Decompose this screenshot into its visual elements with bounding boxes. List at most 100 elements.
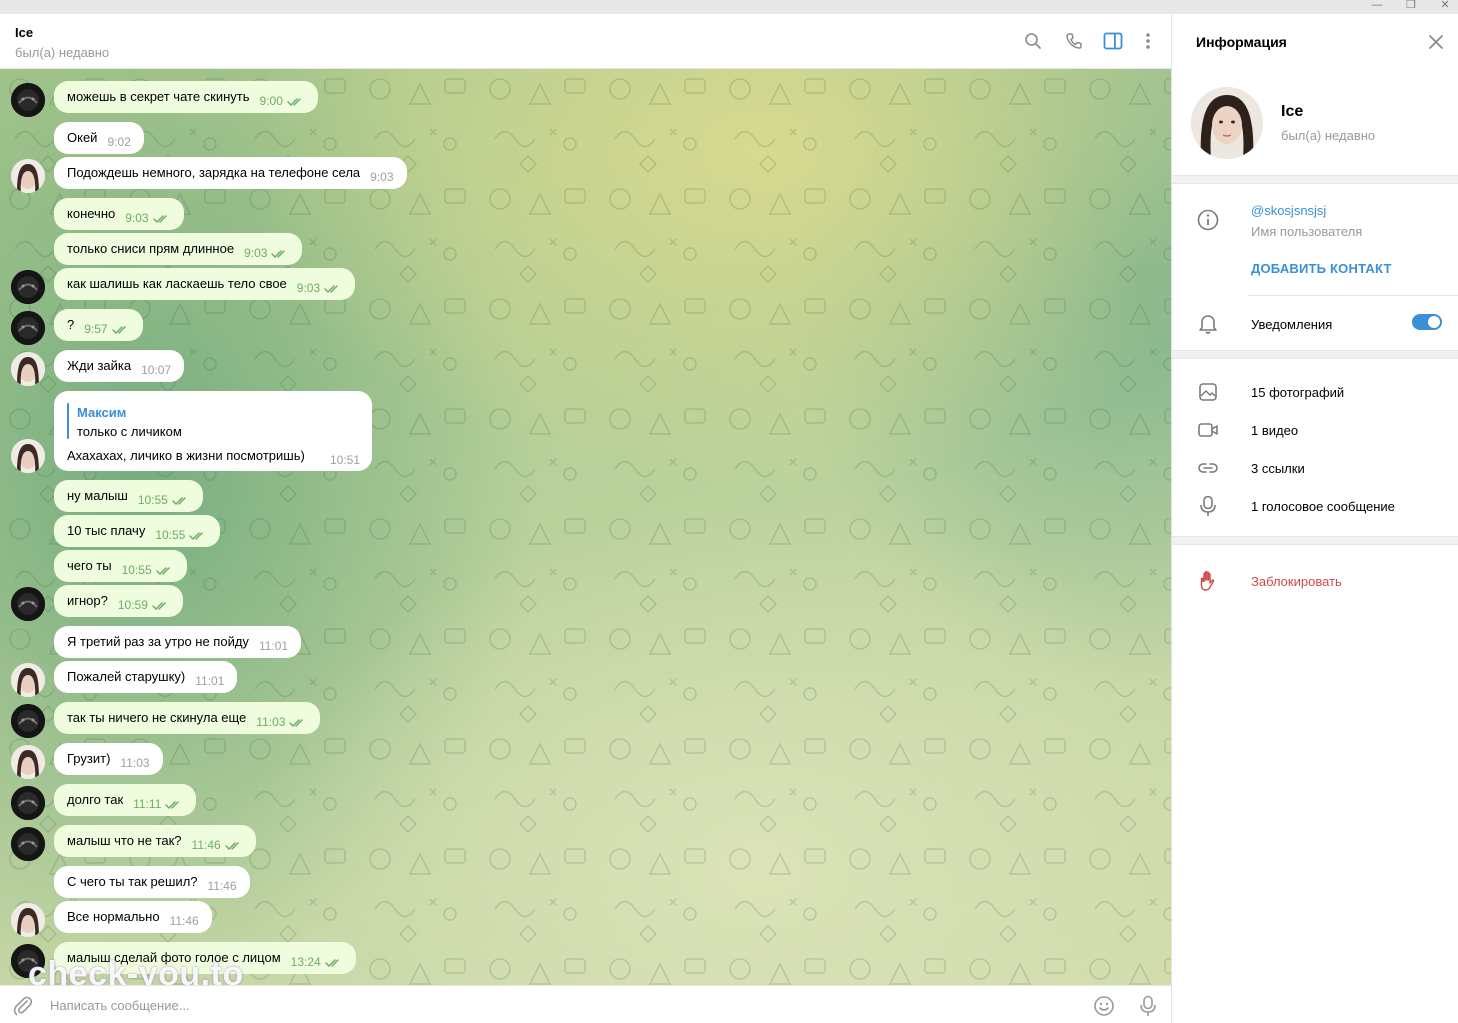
photos-link[interactable]: 15 фотографий [1251,385,1344,400]
username-link[interactable]: @skosjsnsjsj [1251,203,1326,218]
message-text: ? [67,317,75,332]
message-composer [0,985,1171,1023]
girl-avatar[interactable] [11,663,45,697]
read-checkmarks-icon [152,591,170,623]
reply-quoted-text: только с личиком [77,424,182,439]
video-icon [1196,418,1220,442]
user-avatar[interactable] [11,786,45,820]
notifications-label: Уведомления [1251,317,1333,332]
message-time: 9:03 [370,170,394,184]
outgoing-message-bubble[interactable]: чего ты 10:55 [54,550,187,582]
read-checkmarks-icon [165,790,183,822]
girl-avatar[interactable] [11,352,45,386]
message-time: 9:57 [84,322,108,336]
girl-avatar[interactable] [11,903,45,937]
paperclip-icon[interactable] [12,995,34,1020]
user-avatar[interactable] [11,587,45,621]
message-time: 13:24 [290,955,321,969]
girl-avatar[interactable] [11,745,45,779]
incoming-message-bubble[interactable]: Грузит) 11:03 [54,743,163,775]
outgoing-message-bubble[interactable]: ну малыш 10:55 [54,480,203,512]
maximize-button[interactable]: ❐ [1396,0,1426,13]
message-text: Жди зайка [67,358,132,373]
reply-author[interactable]: Максим [77,405,126,420]
outgoing-message-bubble[interactable]: ? 9:57 [54,309,143,341]
bell-icon [1196,312,1220,336]
microphone-icon [1196,494,1220,518]
profile-name: Ice [1281,103,1304,120]
outgoing-message-bubble[interactable]: малыш что не так? 11:46 [54,825,256,857]
close-icon[interactable] [1428,34,1444,53]
message-text: игнор? [67,593,108,608]
outgoing-message-bubble[interactable]: как шалишь как ласкаешь тело свое 9:03 [54,268,356,300]
block-user-button[interactable]: Заблокировать [1251,574,1342,589]
message-text: Окей [67,130,98,145]
outgoing-message-bubble[interactable]: долго так 11:11 [54,784,197,816]
phone-icon[interactable] [1061,28,1087,54]
window-close-button[interactable]: ✕ [1430,0,1458,13]
chat-status: был(а) недавно [15,45,110,60]
microphone-icon[interactable] [1138,995,1158,1020]
message-time: 10:51 [330,453,361,467]
incoming-message-bubble[interactable]: Пожалей старушку) 11:01 [54,661,238,693]
message-time: 11:03 [120,756,150,770]
girl-avatar[interactable] [11,439,45,473]
profile-photo[interactable] [1191,87,1263,159]
message-time: 10:07 [141,363,172,377]
section-separator [1172,175,1458,184]
outgoing-message-bubble[interactable]: игнор? 10:59 [54,585,183,617]
videos-link[interactable]: 1 видео [1251,423,1298,438]
message-text: Подождешь немного, зарядка на телефоне с… [67,165,361,180]
incoming-message-bubble[interactable]: Подождешь немного, зарядка на телефоне с… [54,157,407,189]
message-text: Все нормально [67,909,160,924]
outgoing-message-bubble[interactable]: конечно 9:03 [54,198,184,230]
outgoing-message-bubble[interactable]: только сниси прям длинное 9:03 [54,233,303,265]
incoming-message-bubble[interactable]: Все нормально 11:46 [54,901,212,933]
voice-messages-link[interactable]: 1 голосовое сообщение [1251,499,1395,514]
girl-avatar[interactable] [11,159,45,193]
message-time: 9:03 [244,246,268,260]
username-label: Имя пользователя [1251,224,1363,239]
hand-icon [1196,569,1220,593]
message-time: 10:55 [137,493,168,507]
links-link[interactable]: 3 ссылки [1251,461,1305,476]
reply-message-bubble[interactable]: Максим только с личиком Ахахахах, личико… [54,391,372,471]
read-checkmarks-icon [289,708,307,740]
outgoing-message-bubble[interactable]: 10 тыс плачу 10:55 [54,515,221,547]
user-avatar[interactable] [11,704,45,738]
outgoing-message-bubble[interactable]: так ты ничего не скинула еще 11:03 [54,702,321,734]
incoming-message-bubble[interactable]: Я третий раз за утро не пойду 11:01 [54,626,302,658]
emoji-icon[interactable] [1093,995,1115,1020]
watermark-text: check-you.to [28,955,244,985]
more-vertical-icon[interactable] [1135,28,1161,54]
message-time: 9:02 [107,135,131,149]
user-avatar[interactable] [11,827,45,861]
search-icon[interactable] [1020,28,1046,54]
chat-messages-area[interactable]: можешь в секрет чате скинуть 9:00 Окей 9:02… [0,69,1171,985]
message-time: 10:55 [121,563,152,577]
minimize-button[interactable]: — [1362,0,1392,13]
user-avatar[interactable] [11,83,45,117]
incoming-message-bubble[interactable]: С чего ты так решил? 11:46 [54,866,250,898]
message-time: 9:03 [296,281,321,295]
read-checkmarks-icon [152,204,171,236]
divider [1248,295,1458,296]
chat-title[interactable]: Ice [15,25,33,40]
message-input[interactable] [50,986,1050,1023]
notifications-toggle[interactable] [1412,314,1442,330]
message-text: конечно [67,206,116,221]
incoming-message-bubble[interactable]: Жди зайка 10:07 [54,350,185,382]
user-avatar[interactable] [11,270,45,304]
message-time: 9:00 [259,94,283,108]
message-text: долго так [67,792,124,807]
outgoing-message-bubble[interactable]: можешь в секрет чате скинуть 9:00 [54,81,318,113]
message-time: 11:03 [256,715,286,729]
add-contact-button[interactable]: ДОБАВИТЬ КОНТАКТ [1251,261,1392,276]
message-text: 10 тыс плачу [67,523,146,538]
reply-quote-bar [67,403,69,439]
user-avatar[interactable] [11,311,45,345]
sidebar-toggle-icon[interactable] [1100,28,1126,54]
message-text: Я третий раз за утро не пойду [67,634,249,649]
message-time: 11:01 [195,674,225,688]
incoming-message-bubble[interactable]: Окей 9:02 [54,122,144,154]
